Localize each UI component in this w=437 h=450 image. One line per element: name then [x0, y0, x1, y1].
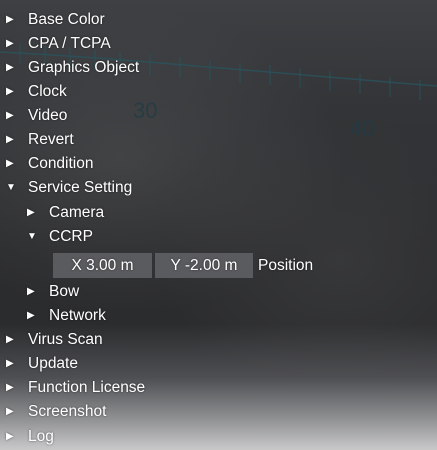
collapsed-arrow-icon: ▶ — [6, 358, 14, 369]
tree-item-label: Video — [28, 107, 68, 124]
tree-item-label: Update — [28, 355, 78, 372]
tree-item-label: Service Setting — [28, 179, 133, 196]
tree-item-label: CPA / TCPA — [28, 35, 111, 52]
ccrp-x-field[interactable]: X 3.00 m — [53, 253, 152, 278]
tree-item-virus-scan[interactable]: ▶ Virus Scan — [6, 330, 103, 350]
tree-item-label: CCRP — [49, 228, 93, 245]
tree-item-condition[interactable]: ▶ Condition — [6, 154, 94, 174]
tree-item-ccrp[interactable]: ▼ CCRP — [27, 227, 93, 247]
collapsed-arrow-icon: ▶ — [6, 110, 14, 121]
tree-item-update[interactable]: ▶ Update — [6, 354, 78, 374]
tree-item-label: Network — [49, 307, 106, 324]
collapsed-arrow-icon: ▶ — [6, 406, 14, 417]
tree-item-revert[interactable]: ▶ Revert — [6, 130, 74, 150]
tree-item-network[interactable]: ▶ Network — [27, 306, 106, 326]
collapsed-arrow-icon: ▶ — [6, 38, 14, 49]
radar-label-40: 40 — [350, 116, 375, 141]
collapsed-arrow-icon: ▶ — [27, 310, 35, 321]
tree-item-label: Revert — [28, 131, 74, 148]
tree-item-service-setting[interactable]: ▼ Service Setting — [6, 178, 132, 198]
tree-item-label: Virus Scan — [28, 331, 103, 348]
tree-item-cpa-tcpa[interactable]: ▶ CPA / TCPA — [6, 34, 111, 54]
collapsed-arrow-icon: ▶ — [27, 286, 35, 297]
tree-item-clock[interactable]: ▶ Clock — [6, 82, 67, 102]
tree-item-camera[interactable]: ▶ Camera — [27, 203, 104, 223]
tree-item-label: Graphics Object — [28, 59, 140, 76]
tree-item-video[interactable]: ▶ Video — [6, 106, 67, 126]
tree-item-base-color[interactable]: ▶ Base Color — [6, 10, 105, 30]
tree-item-graphics-object[interactable]: ▶ Graphics Object — [6, 58, 139, 78]
collapsed-arrow-icon: ▶ — [6, 134, 14, 145]
collapsed-arrow-icon: ▶ — [6, 62, 14, 73]
collapsed-arrow-icon: ▶ — [6, 334, 14, 345]
tree-item-label: Camera — [49, 204, 105, 221]
tree-item-log[interactable]: ▶ Log — [6, 427, 54, 447]
expanded-arrow-icon: ▼ — [6, 182, 16, 193]
tree-item-screenshot[interactable]: ▶ Screenshot — [6, 402, 106, 422]
tree-item-label: Clock — [28, 83, 67, 100]
tree-item-label: Screenshot — [28, 403, 107, 420]
tree-item-label: Bow — [49, 283, 80, 300]
ccrp-y-field[interactable]: Y -2.00 m — [155, 253, 253, 278]
ccrp-position-label: Position — [258, 257, 314, 274]
tree-item-bow[interactable]: ▶ Bow — [27, 282, 79, 302]
expanded-arrow-icon: ▼ — [27, 231, 37, 242]
collapsed-arrow-icon: ▶ — [6, 431, 14, 442]
tree-item-label: Condition — [28, 155, 94, 172]
collapsed-arrow-icon: ▶ — [6, 14, 14, 25]
tree-item-label: Log — [28, 428, 54, 445]
tree-item-function-license[interactable]: ▶ Function License — [6, 378, 145, 398]
tree-item-label: Base Color — [28, 11, 105, 28]
collapsed-arrow-icon: ▶ — [6, 158, 14, 169]
tree-item-label: Function License — [28, 379, 146, 396]
collapsed-arrow-icon: ▶ — [27, 207, 35, 218]
collapsed-arrow-icon: ▶ — [6, 86, 14, 97]
collapsed-arrow-icon: ▶ — [6, 382, 14, 393]
radar-label-30: 30 — [133, 98, 158, 123]
